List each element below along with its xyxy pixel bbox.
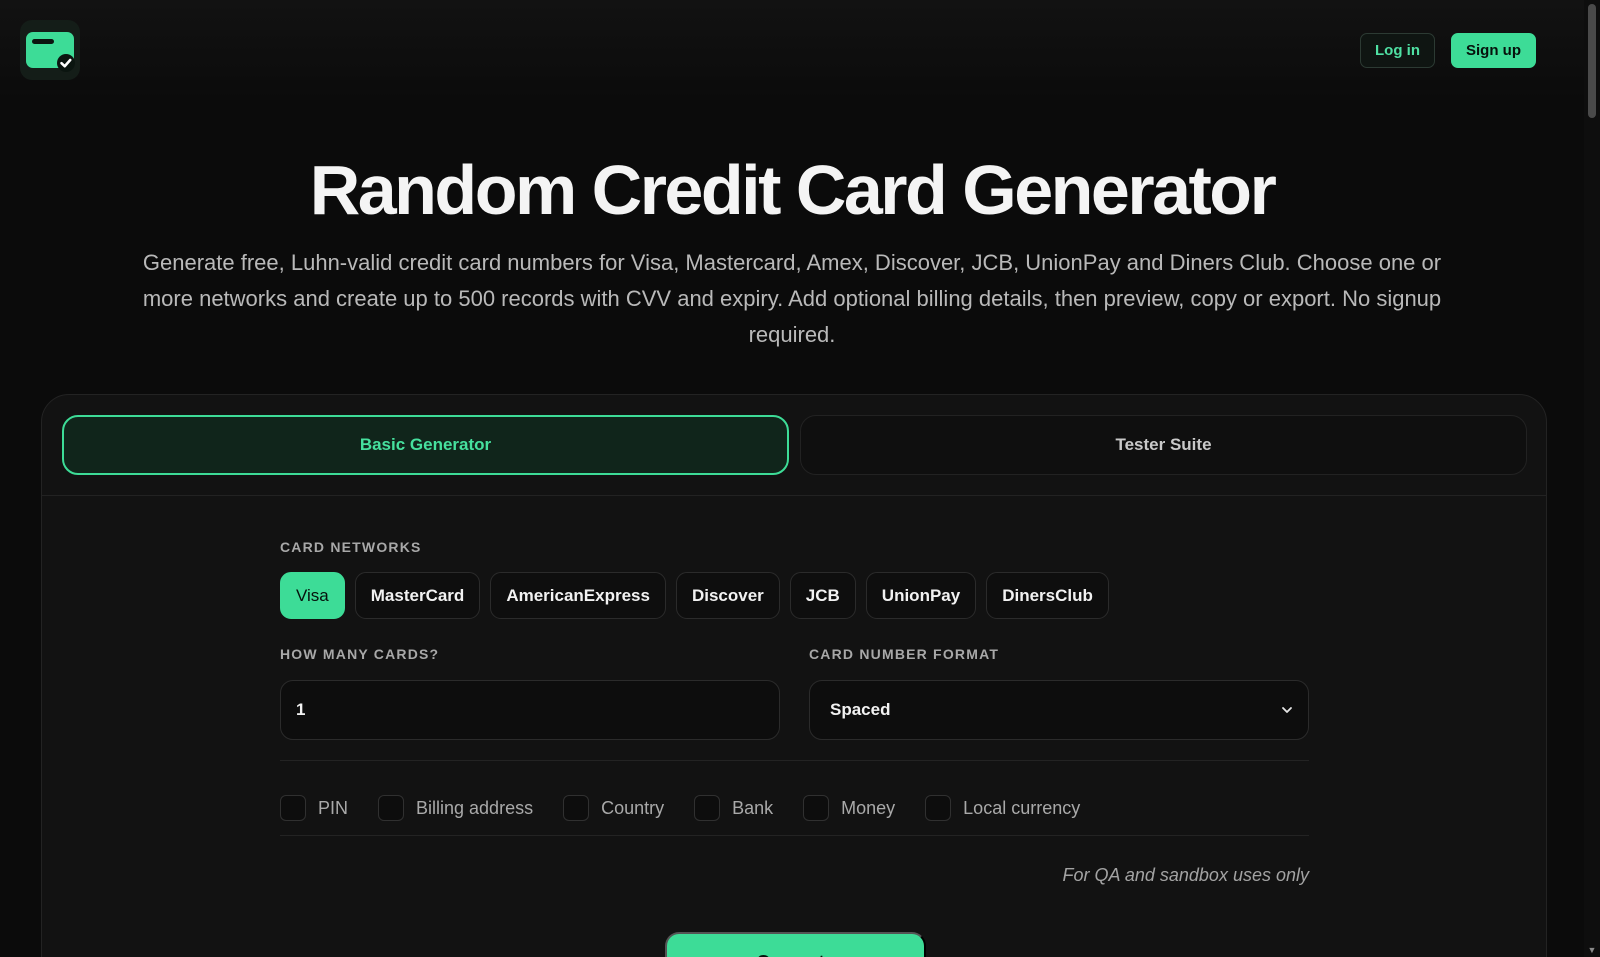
- country-checkbox[interactable]: [563, 795, 590, 821]
- card-count-input[interactable]: 1: [280, 680, 780, 740]
- option-label: Country: [601, 797, 665, 818]
- option-bank[interactable]: Bank: [694, 795, 773, 821]
- money-checkbox[interactable]: [803, 795, 830, 821]
- scrollbar-thumb[interactable]: [1588, 4, 1596, 118]
- card-check-icon: [26, 32, 75, 72]
- card-format-select[interactable]: Spaced: [809, 680, 1309, 740]
- network-chip-dinersclub[interactable]: DinersClub: [986, 572, 1109, 619]
- top-bar: Log in Sign up: [0, 0, 1584, 100]
- tab-bar: Basic Generator Tester Suite: [42, 395, 1546, 496]
- option-pin[interactable]: PIN: [280, 795, 348, 821]
- option-label: Billing address: [416, 797, 534, 818]
- card-format-value: Spaced: [830, 700, 891, 719]
- chevron-down-icon: [1282, 707, 1292, 713]
- network-chip-discover[interactable]: Discover: [675, 572, 780, 619]
- option-label: PIN: [318, 797, 349, 818]
- card-count-value: 1: [296, 700, 306, 719]
- generate-button[interactable]: Generate: [665, 932, 926, 957]
- network-chip-americanexpress[interactable]: AmericanExpress: [490, 572, 666, 619]
- option-local-currency[interactable]: Local currency: [925, 795, 1080, 821]
- bank-checkbox[interactable]: [694, 795, 721, 821]
- option-money[interactable]: Money: [803, 795, 895, 821]
- usage-note: For QA and sandbox uses only: [1062, 865, 1309, 885]
- tab-basic-generator[interactable]: Basic Generator: [62, 415, 789, 475]
- divider: [280, 760, 1309, 761]
- logo[interactable]: [20, 20, 80, 80]
- login-button[interactable]: Log in: [1360, 33, 1435, 68]
- network-chip-unionpay[interactable]: UnionPay: [865, 572, 977, 619]
- extra-options: PIN Billing address Country Bank Money L…: [280, 795, 1080, 821]
- option-country[interactable]: Country: [563, 795, 664, 821]
- page-subtitle: Generate free, Luhn-valid credit card nu…: [142, 250, 1442, 347]
- page-scrollbar[interactable]: ▼: [1584, 0, 1600, 957]
- card-count-label: HOW MANY CARDS?: [280, 646, 440, 662]
- option-label: Money: [841, 797, 896, 818]
- divider: [280, 835, 1309, 836]
- pin-checkbox[interactable]: [280, 795, 306, 821]
- option-label: Bank: [732, 797, 774, 818]
- local-currency-checkbox[interactable]: [925, 795, 952, 821]
- network-chip-jcb[interactable]: JCB: [789, 572, 856, 619]
- auth-buttons: Log in Sign up: [1360, 33, 1536, 68]
- option-billing-address[interactable]: Billing address: [378, 795, 533, 821]
- network-chip-mastercard[interactable]: MasterCard: [354, 572, 481, 619]
- signup-button[interactable]: Sign up: [1451, 33, 1536, 68]
- option-label: Local currency: [963, 797, 1081, 818]
- network-chip-visa[interactable]: Visa: [280, 572, 345, 619]
- generator-panel: Basic Generator Tester Suite CARD NETWOR…: [41, 394, 1547, 957]
- network-chips: Visa MasterCard AmericanExpress Discover…: [280, 572, 1109, 619]
- card-format-label: CARD NUMBER FORMAT: [809, 646, 1000, 662]
- billing-address-checkbox[interactable]: [378, 795, 405, 821]
- scroll-down-arrow-icon[interactable]: ▼: [1587, 945, 1597, 955]
- tab-tester-suite[interactable]: Tester Suite: [800, 415, 1527, 475]
- page-title: Random Credit Card Generator: [309, 151, 1277, 229]
- card-networks-label: CARD NETWORKS: [280, 539, 422, 555]
